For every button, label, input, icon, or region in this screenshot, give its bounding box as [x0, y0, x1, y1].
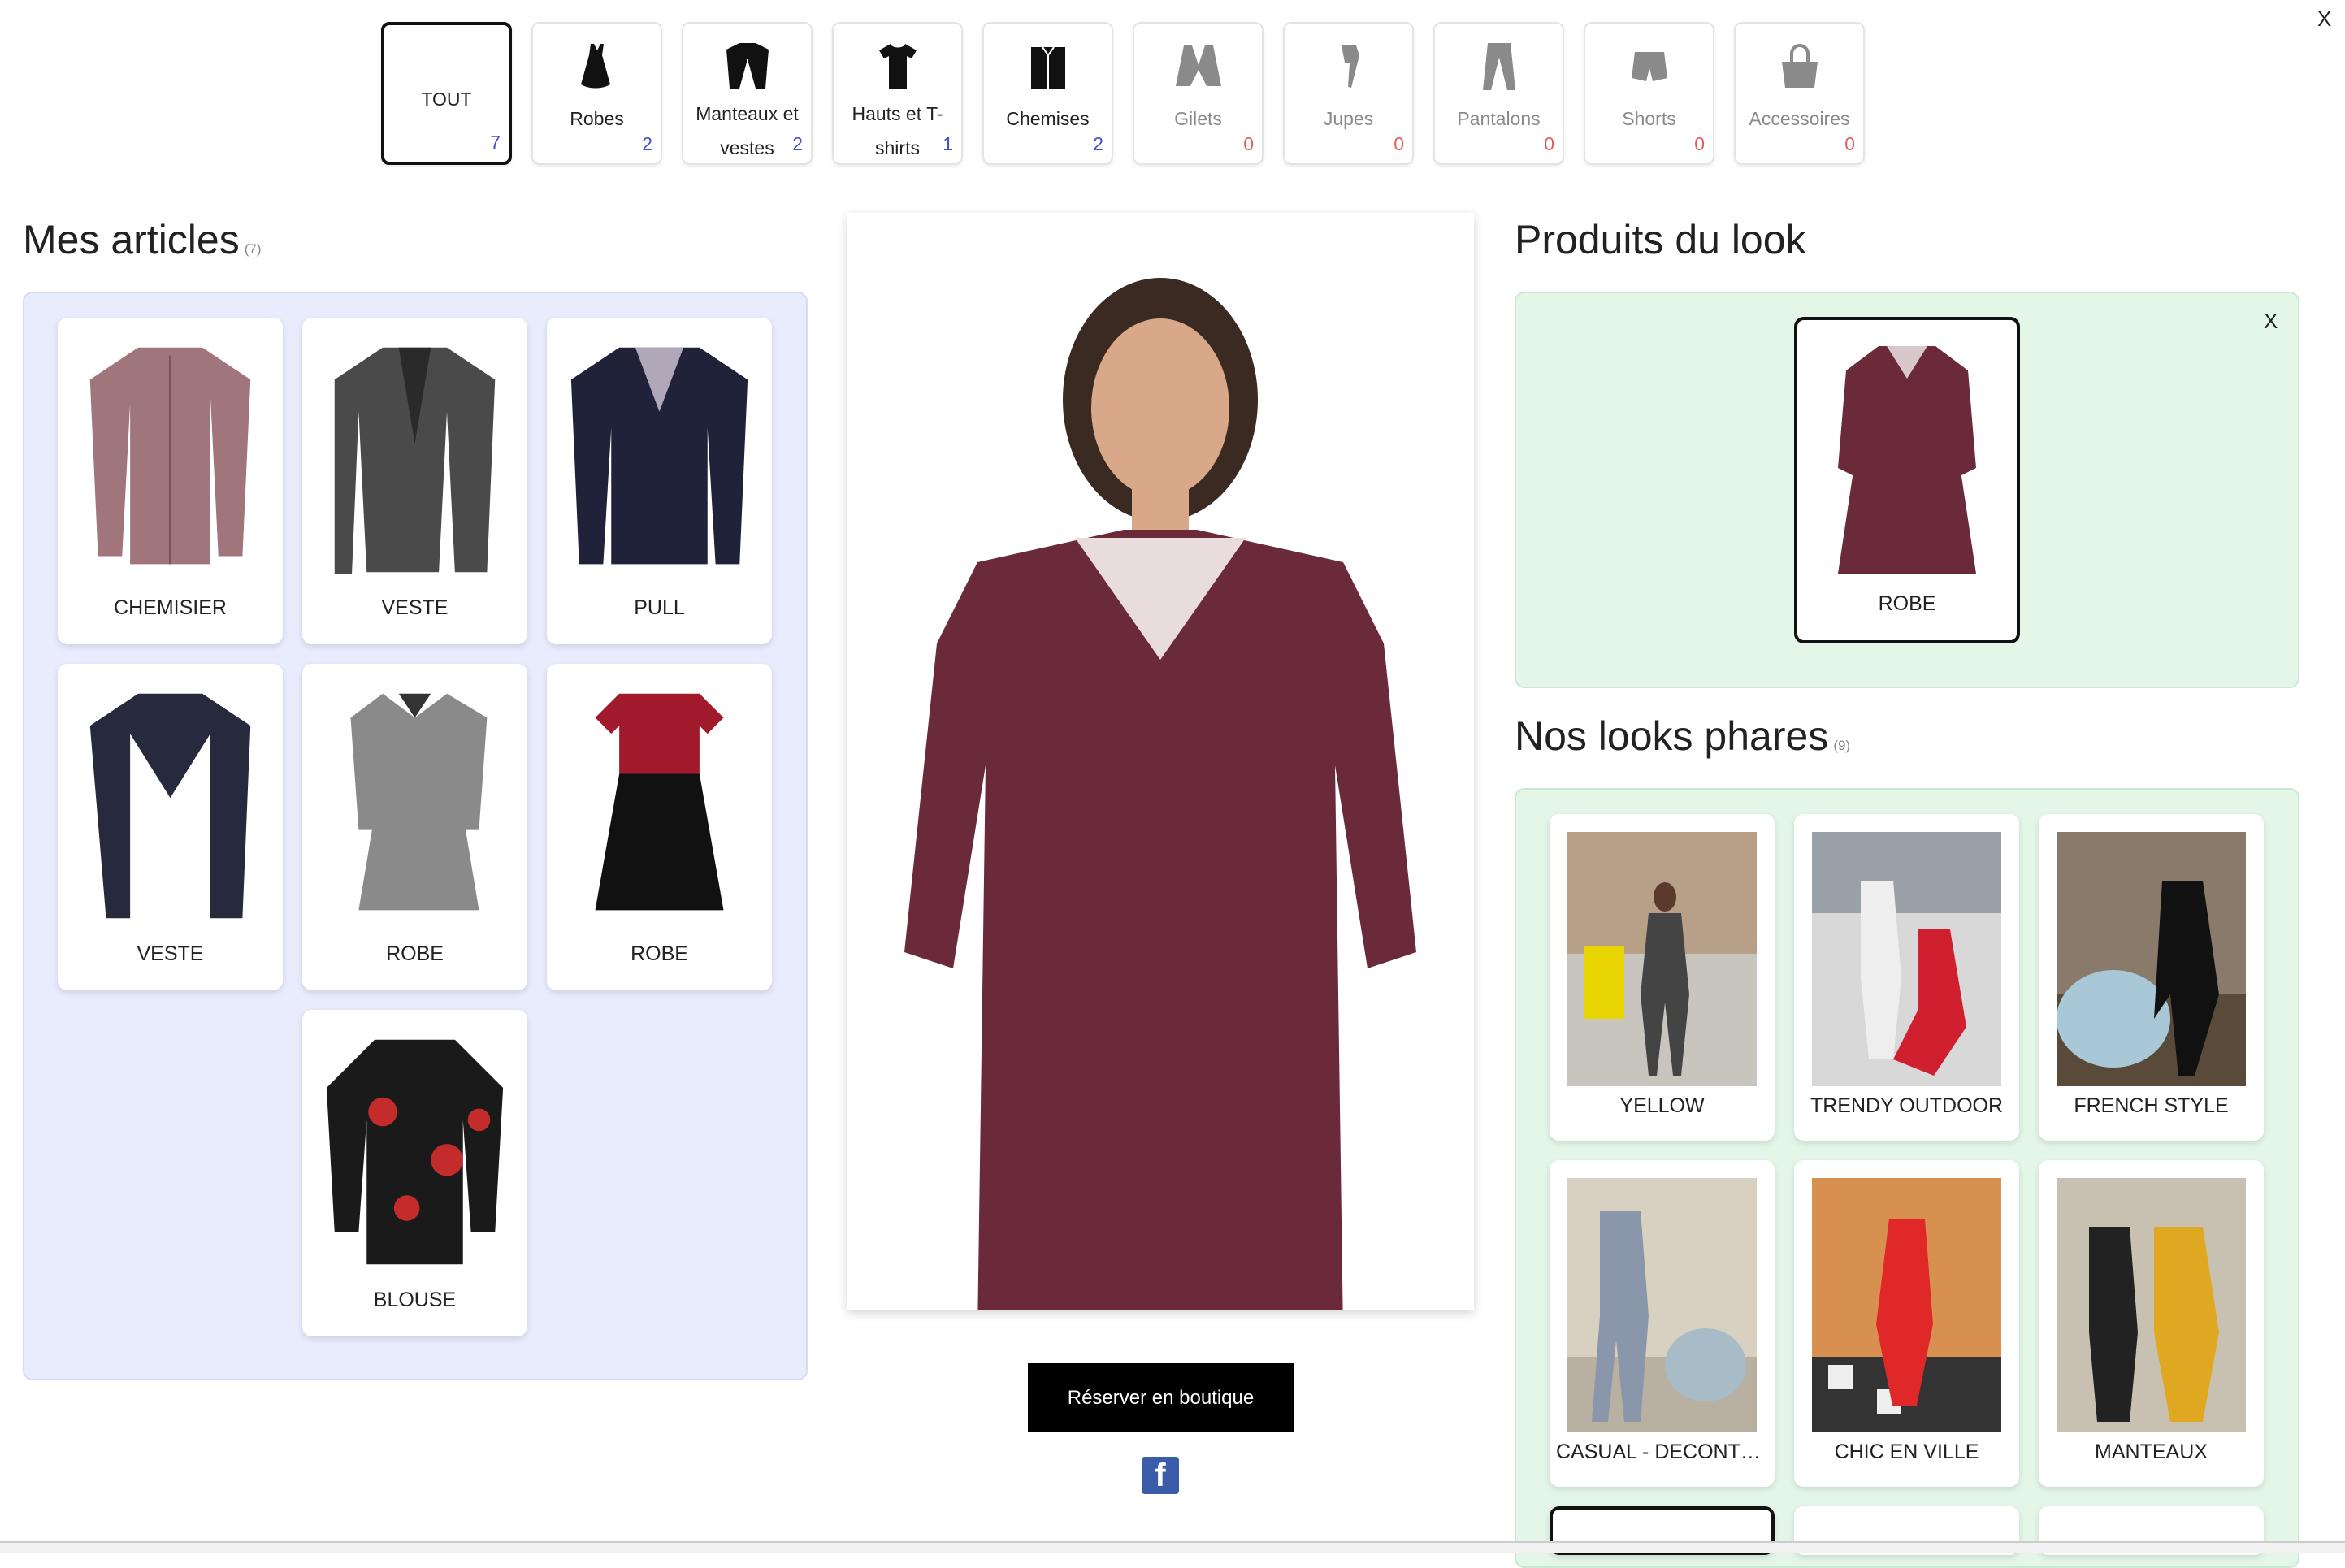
handbag-icon	[1736, 38, 1863, 95]
coat-icon	[683, 38, 811, 95]
dress-burgundy-icon	[1830, 338, 1984, 586]
category-count: 2	[642, 133, 652, 154]
category-robes[interactable]: Robes 2	[531, 22, 662, 165]
category-count: 1	[943, 133, 953, 154]
category-chemises[interactable]: Chemises 2	[982, 22, 1113, 165]
look-photo	[1812, 1178, 2001, 1432]
look-photo	[2057, 832, 2246, 1086]
model-photo	[847, 213, 1474, 1334]
category-gilets[interactable]: Gilets 0	[1133, 22, 1264, 165]
category-count: 0	[1243, 133, 1254, 154]
category-count: 2	[792, 133, 803, 154]
look-photo	[2057, 1178, 2246, 1432]
tshirt-icon	[834, 38, 961, 95]
reserve-in-store-button[interactable]: Réserver en boutique	[1028, 1363, 1294, 1432]
category-label: Hauts et T-shirts	[852, 103, 943, 158]
shirt-icon	[984, 38, 1112, 95]
blouse-pink-icon	[74, 334, 267, 578]
article-card[interactable]: ROBE	[302, 664, 527, 990]
article-card[interactable]: VESTE	[302, 318, 527, 644]
facebook-glyph: f	[1155, 1458, 1166, 1493]
category-count: 2	[1093, 133, 1103, 154]
skirt-icon	[1285, 38, 1412, 95]
category-label: Robes	[570, 108, 624, 129]
look-card[interactable]: FRENCH STYLE	[2039, 814, 2264, 1141]
close-look-icon[interactable]: X	[2264, 309, 2278, 334]
look-card[interactable]: YELLOW	[1550, 814, 1775, 1141]
category-label: TOUT	[421, 89, 472, 110]
category-tout[interactable]: TOUT 7	[381, 22, 512, 165]
category-pantalons[interactable]: Pantalons 0	[1433, 22, 1564, 165]
category-count: 0	[1544, 133, 1554, 154]
category-hauts-tshirts[interactable]: Hauts et T-shirts 1	[832, 22, 963, 165]
category-shorts[interactable]: Shorts 0	[1584, 22, 1714, 165]
look-photo	[1567, 832, 1757, 1086]
article-card[interactable]: PULL	[547, 318, 772, 644]
dress-leopard-icon	[319, 680, 511, 924]
category-bar: TOUT 7 Robes 2 Manteaux et vestes 2 Haut…	[381, 22, 1865, 165]
category-label: Jupes	[1323, 108, 1374, 129]
category-label: Pantalons	[1457, 108, 1541, 129]
category-accessoires[interactable]: Accessoires 0	[1734, 22, 1865, 165]
facebook-icon[interactable]: f	[1142, 1457, 1179, 1494]
category-label: Accessoires	[1749, 108, 1850, 129]
look-card[interactable]: TRENDY OUTDOOR	[1794, 814, 2019, 1141]
cardigan-navy-icon	[563, 334, 756, 578]
look-card[interactable]: CASUAL - DECONTRACTE	[1550, 1160, 1775, 1487]
shorts-icon	[1585, 38, 1713, 95]
category-label: Manteaux et vestes	[696, 103, 799, 158]
look-photo	[1812, 832, 2001, 1086]
look-product-card[interactable]: ROBE	[1794, 317, 2020, 643]
close-icon[interactable]: X	[2317, 6, 2331, 32]
category-count: 7	[490, 132, 501, 153]
articles-title: Mes articles (7)	[23, 217, 262, 262]
category-manteaux-vestes[interactable]: Manteaux et vestes 2	[682, 22, 813, 165]
vest-icon	[1134, 38, 1262, 95]
category-label: Chemises	[1006, 108, 1090, 129]
dress-red-black-icon	[563, 680, 756, 924]
look-products-title: Produits du look	[1515, 217, 1806, 262]
look-card[interactable]: CHIC EN VILLE	[1794, 1160, 2019, 1487]
dress-icon	[533, 38, 661, 95]
article-card[interactable]: ROBE	[547, 664, 772, 990]
category-label: Shorts	[1622, 108, 1676, 129]
article-card[interactable]: CHEMISIER	[58, 318, 283, 644]
looks-title: Nos looks phares (9)	[1515, 713, 1851, 759]
blouse-floral-icon	[319, 1026, 511, 1270]
category-count: 0	[1394, 133, 1404, 154]
looks-count: (9)	[1833, 738, 1851, 753]
trousers-icon	[1435, 38, 1563, 95]
category-count: 0	[1694, 133, 1705, 154]
look-card[interactable]: MANTEAUX	[2039, 1160, 2264, 1487]
look-photo	[1567, 1178, 1757, 1432]
articles-count: (7)	[244, 241, 262, 257]
category-label: Gilets	[1174, 108, 1222, 129]
article-card[interactable]: VESTE	[58, 664, 283, 990]
blazer-navy-icon	[74, 680, 267, 924]
jacket-grey-icon	[319, 334, 511, 578]
category-jupes[interactable]: Jupes 0	[1283, 22, 1414, 165]
article-card[interactable]: BLOUSE	[302, 1010, 527, 1336]
category-count: 0	[1844, 133, 1855, 154]
